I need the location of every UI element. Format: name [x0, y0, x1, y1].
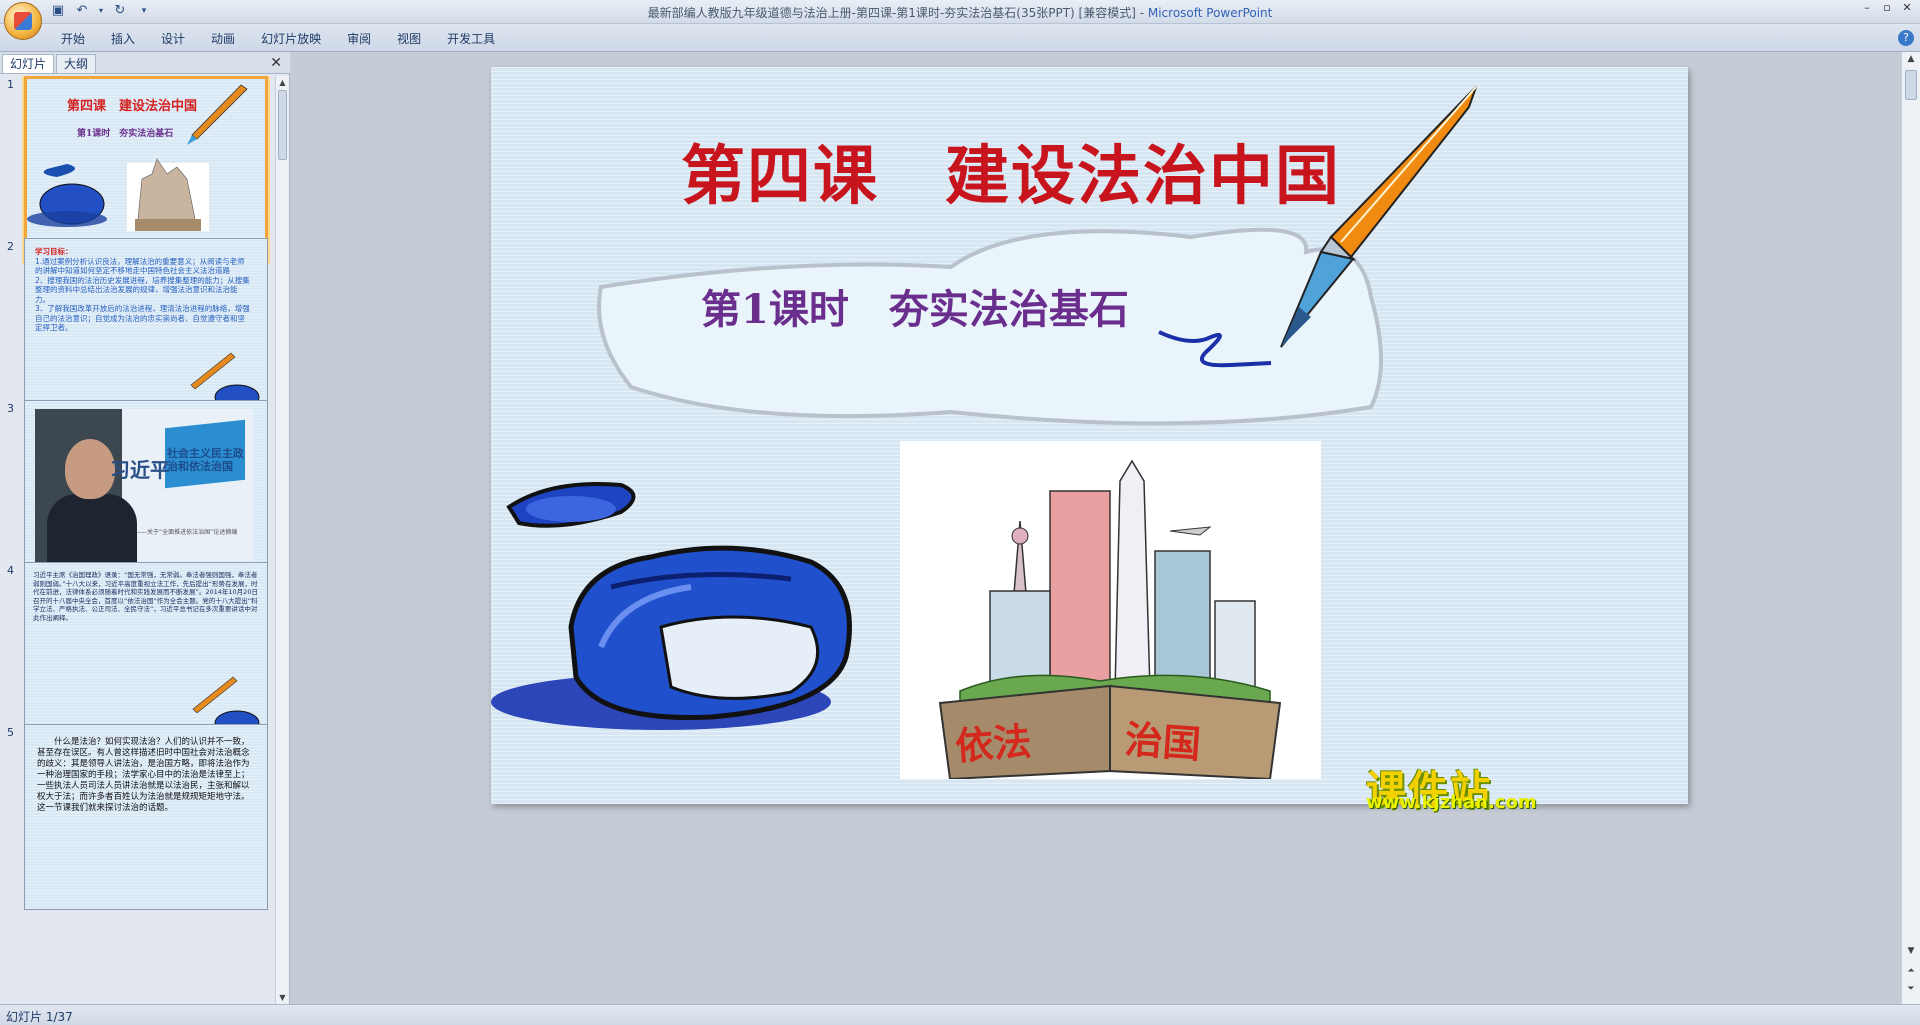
document-name: 最新部编人教版九年级道德与法治上册-第四课-第1课时-夯实法治基石(35张PPT… [647, 6, 1136, 20]
ribbon: 开始 插入 设计 动画 幻灯片放映 审阅 视图 开发工具 ? [0, 24, 1920, 52]
slide-counter: 幻灯片 1/37 [6, 1010, 73, 1024]
title-separator: - [1135, 6, 1148, 20]
minimize-icon[interactable]: – [1858, 1, 1876, 15]
slides-pane: 幻灯片 大纲 ✕ 1 第四课 建设法治中国 第1课时 夯实法治基石 2 学习目标… [0, 52, 290, 1004]
tab-developer[interactable]: 开发工具 [434, 30, 508, 48]
tab-slides[interactable]: 幻灯片 [2, 54, 55, 73]
watermark-url: www.kjzhan.com [1366, 792, 1537, 813]
slide-number: 1 [7, 78, 14, 91]
window-controls: – ▫ ✕ [1858, 1, 1916, 15]
tab-outline[interactable]: 大纲 [56, 54, 97, 73]
tab-insert[interactable]: 插入 [98, 30, 148, 48]
site-watermark: 课件站 www.kjzhan.com [1362, 758, 1562, 816]
pane-close-icon[interactable]: ✕ [270, 55, 282, 71]
thumbnail-image[interactable]: 第四课 建设法治中国 第1课时 夯实法治基石 [24, 76, 268, 262]
tab-view[interactable]: 视图 [384, 30, 434, 48]
tab-design[interactable]: 设计 [148, 30, 198, 48]
tab-review[interactable]: 审阅 [334, 30, 384, 48]
rule-of-law-city-image[interactable]: 依法 治国 [900, 441, 1321, 781]
thumb-illustration [192, 676, 260, 736]
previous-slide-icon[interactable]: ⏶ [1904, 964, 1918, 978]
thumbnail-image[interactable]: 什么是法治？如何实现法治？人们的认识并不一致，甚至存在误区。有人曾这样描述旧时中… [24, 724, 268, 910]
slide-title[interactable]: 第四课 建设法治中国 [681, 125, 1681, 217]
close-icon[interactable]: ✕ [1898, 1, 1916, 15]
thumbnail-list: 1 第四课 建设法治中国 第1课时 夯实法治基石 2 学习目标： 1.通过案例分… [0, 76, 276, 1004]
thumb-body: 什么是法治？如何实现法治？人们的认识并不一致，甚至存在误区。有人曾这样描述旧时中… [37, 737, 250, 813]
thumb-illustration [190, 352, 260, 410]
banner-right-text: 治国 [1123, 716, 1203, 767]
office-logo-icon [14, 12, 32, 30]
editor-scrollbar[interactable]: ▲ ▼ ⏶ ⏷ [1901, 52, 1920, 1004]
thumbnail-scrollbar[interactable]: ▲ ▼ [275, 76, 289, 1004]
slide-number: 2 [7, 240, 14, 253]
slide-number: 4 [7, 564, 14, 577]
status-bar: 幻灯片 1/37 [0, 1004, 1920, 1025]
scroll-up-icon[interactable]: ▲ [1904, 52, 1918, 66]
current-slide[interactable]: 第四课 建设法治中国 第1课时 夯实法治基石 依法 治国 [491, 67, 1688, 804]
scroll-thumb[interactable] [278, 90, 287, 160]
scroll-down-icon[interactable]: ▼ [1904, 944, 1918, 958]
scroll-up-icon[interactable]: ▲ [276, 76, 289, 89]
thumb-caption: ——关于“全面推进依法治国”论述摘编 [135, 529, 238, 536]
tab-animations[interactable]: 动画 [198, 30, 248, 48]
thumb-illustration [27, 84, 248, 231]
ribbon-tabs: 开始 插入 设计 动画 幻灯片放映 审阅 视图 开发工具 [48, 30, 508, 48]
app-name: Microsoft PowerPoint [1147, 6, 1273, 20]
thumbnail-image[interactable]: 学习目标： 1.通过案例分析认识良法，理解法治的重要意义；从阅读与老师的讲解中知… [24, 238, 268, 424]
next-slide-icon[interactable]: ⏷ [1904, 982, 1918, 996]
slide-editor: 第四课 建设法治中国 第1课时 夯实法治基石 依法 治国 [291, 52, 1901, 1004]
thumb-book-title: 社会主义民主政治和依法治国 [167, 447, 244, 473]
thumbnail-image[interactable]: 习近平 社会主义民主政治和依法治国 ——关于“全面推进依法治国”论述摘编 [24, 400, 268, 586]
slide-number: 5 [7, 726, 14, 739]
window-title: 最新部编人教版九年级道德与法治上册-第四课-第1课时-夯实法治基石(35张PPT… [0, 4, 1920, 21]
pane-tabs: 幻灯片 大纲 ✕ [0, 52, 290, 74]
scroll-down-icon[interactable]: ▼ [276, 991, 289, 1004]
restore-icon[interactable]: ▫ [1878, 1, 1896, 15]
slide-subtitle[interactable]: 第1课时 夯实法治基石 [701, 277, 1129, 335]
thumbnail-image[interactable]: 习近平主席《治国理政》语录：“国无常强，无常弱。奉法者强则国强，奉法者弱则国弱。… [24, 562, 268, 748]
slide-number: 3 [7, 402, 14, 415]
title-bar: ▣ ↶ ▾ ↻ ▾ 最新部编人教版九年级道德与法治上册-第四课-第1课时-夯实法… [0, 0, 1920, 40]
help-icon[interactable]: ? [1898, 30, 1914, 46]
office-button[interactable] [4, 2, 42, 40]
tab-home[interactable]: 开始 [48, 30, 98, 48]
scroll-thumb[interactable] [1905, 70, 1917, 100]
tab-slideshow[interactable]: 幻灯片放映 [248, 30, 334, 48]
ink-bottle-icon [491, 481, 852, 730]
thumb-name: 习近平 [110, 458, 170, 482]
thumb-photo: 习近平 社会主义民主政治和依法治国 ——关于“全面推进依法治国”论述摘编 [35, 409, 253, 571]
banner-left-text: 依法 [953, 718, 1033, 769]
